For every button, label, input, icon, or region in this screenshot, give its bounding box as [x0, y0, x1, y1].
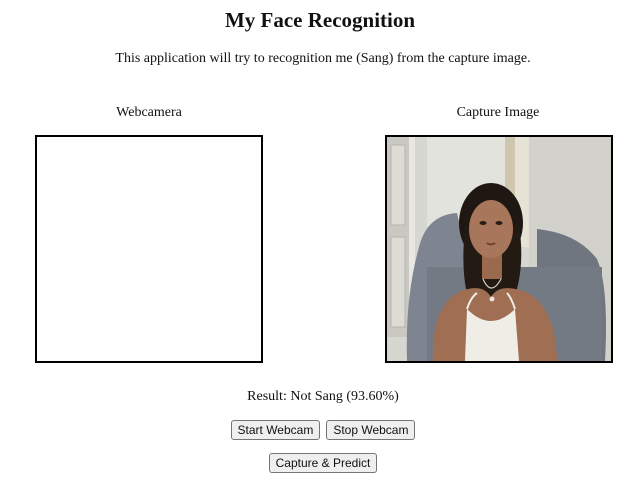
- page-description: This application will try to recognition…: [115, 51, 531, 66]
- capture-predict-button[interactable]: Capture & Predict: [268, 453, 378, 473]
- capture-controls: Capture & Predict: [0, 453, 640, 473]
- webcam-video-area: [35, 135, 263, 363]
- webcam-label: Webcamera: [116, 105, 182, 120]
- captured-photo: [387, 137, 611, 361]
- captured-image: [385, 135, 613, 363]
- page-title: My Face Recognition: [224, 8, 416, 32]
- webcam-controls: Start Webcam Stop Webcam: [0, 420, 640, 440]
- stop-webcam-button[interactable]: Stop Webcam: [326, 420, 416, 440]
- prediction-result: Result: Not Sang (93.60%): [247, 389, 399, 404]
- start-webcam-button[interactable]: Start Webcam: [230, 420, 321, 440]
- capture-label: Capture Image: [456, 105, 540, 120]
- app-page: My Face Recognition This application wil…: [0, 0, 640, 480]
